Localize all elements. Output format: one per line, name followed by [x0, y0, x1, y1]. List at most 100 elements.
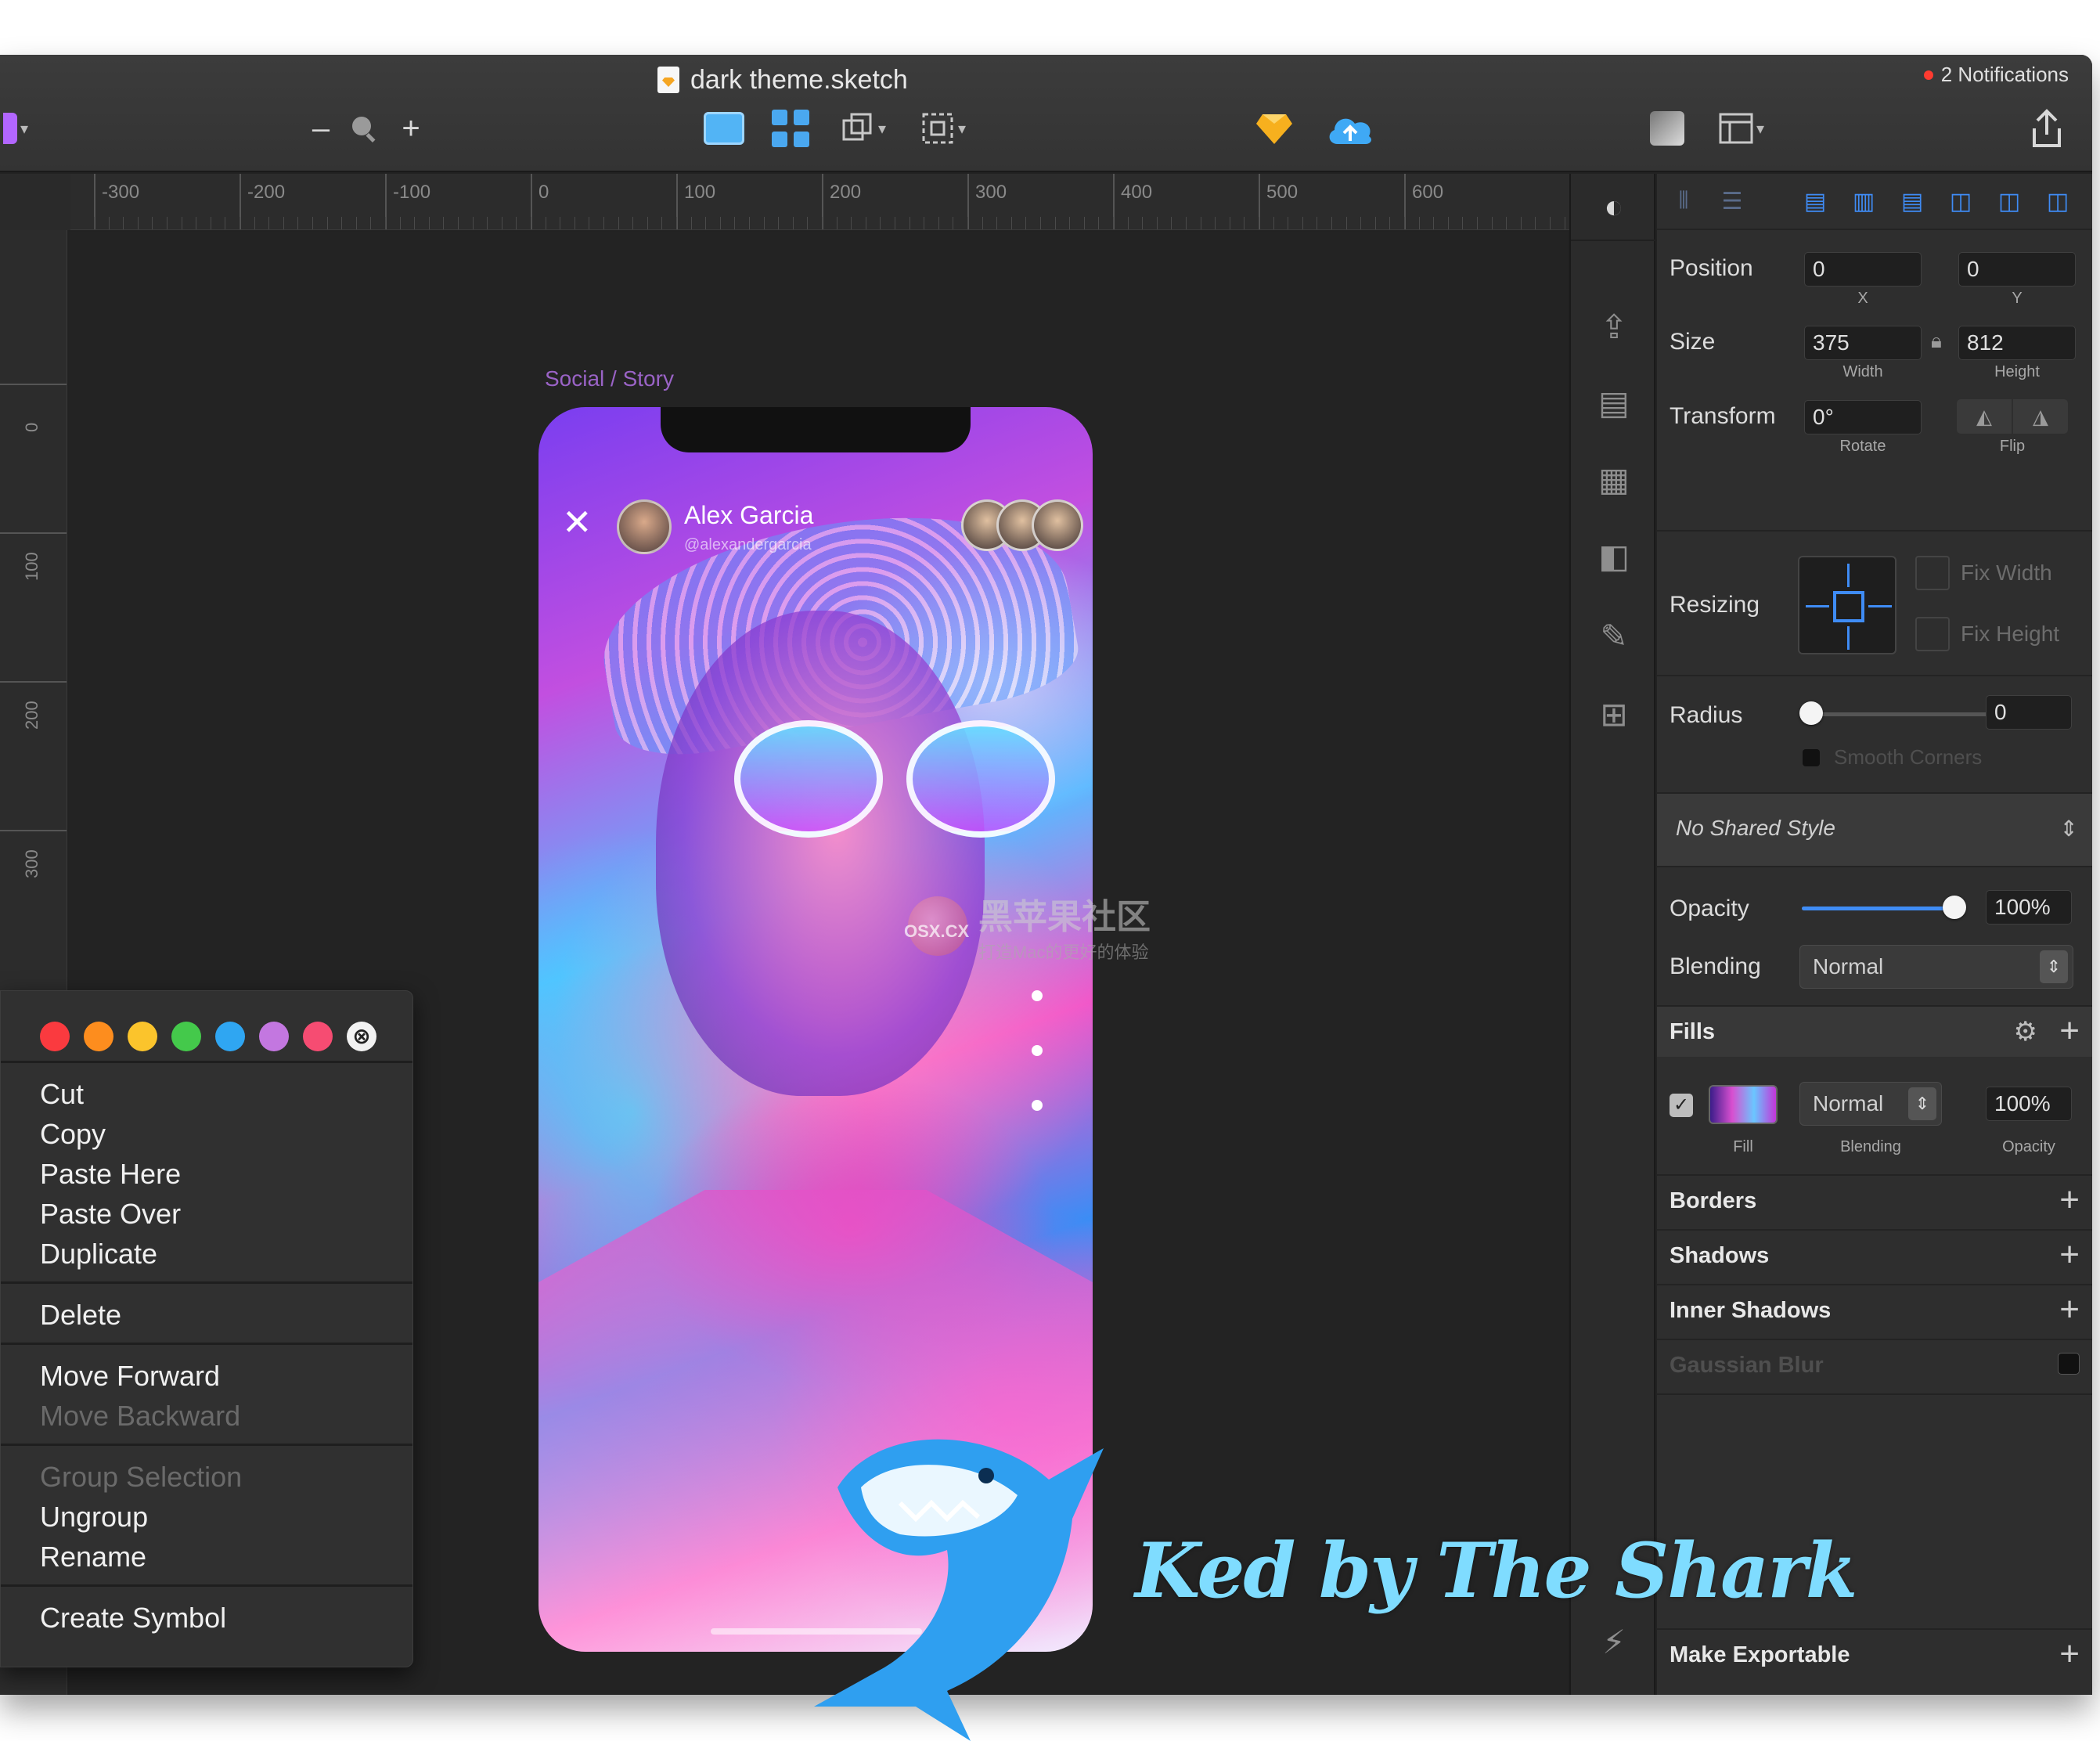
position-y-field[interactable]: 0: [1958, 252, 2076, 287]
add-export-button[interactable]: +: [2059, 1635, 2080, 1674]
print-tab-icon[interactable]: ▤: [1590, 379, 1637, 426]
gaussian-blur-select[interactable]: Gaussian Blur: [1670, 1353, 1824, 1379]
ruler-minor-tick: [94, 217, 95, 229]
fill-swatch[interactable]: [1709, 1085, 1778, 1124]
align-tab-icon[interactable]: ◧: [1590, 532, 1637, 579]
resizing-constraints-widget[interactable]: [1798, 556, 1896, 654]
align-middle-icon[interactable]: ◫: [1990, 185, 2028, 218]
fill-blending-select[interactable]: Normal ⇕: [1799, 1082, 1942, 1126]
menu-item-move-forward[interactable]: Move Forward: [1, 1356, 412, 1396]
layout-tab-icon[interactable]: ▦: [1590, 456, 1637, 503]
color-tag-2[interactable]: [84, 1021, 113, 1051]
avatar[interactable]: [617, 499, 672, 554]
notifications-badge[interactable]: 2 Notifications: [1923, 63, 2069, 87]
distribute-horizontal-icon[interactable]: ⦀: [1665, 185, 1702, 218]
flip-horizontal-icon[interactable]: ◭: [1957, 399, 2012, 434]
cloud-upload-icon: [1329, 118, 1371, 144]
insert-button[interactable]: ▾: [0, 103, 31, 153]
gaussian-blur-checkbox[interactable]: [2058, 1353, 2080, 1375]
add-fill-button[interactable]: +: [2059, 1011, 2080, 1051]
align-center-icon[interactable]: ▥: [1845, 185, 1882, 218]
chevron-updown-icon: ⇕: [1908, 1087, 1936, 1120]
lightning-icon[interactable]: ⚡: [1590, 1618, 1637, 1665]
menu-item-paste-here[interactable]: Paste Here: [1, 1154, 412, 1194]
symbol-icon: [704, 112, 744, 145]
ruler-minor-tick: [137, 217, 139, 229]
mirror-button[interactable]: [1644, 103, 1691, 153]
align-top-icon[interactable]: ◫: [1942, 185, 1979, 218]
color-tag-6[interactable]: [259, 1021, 289, 1051]
fix-height-toggle[interactable]: Fix Height: [1915, 617, 2059, 651]
opacity-field[interactable]: 100%: [1986, 890, 2072, 925]
boolean-ops-button[interactable]: ▾: [836, 103, 891, 153]
distribute-vertical-icon[interactable]: ☰: [1713, 185, 1751, 218]
clear-color-tag-icon[interactable]: ⊗: [347, 1021, 376, 1051]
zoom-out-button[interactable]: –: [305, 103, 337, 153]
color-tag-4[interactable]: [171, 1021, 201, 1051]
menu-item-create-symbol[interactable]: Create Symbol: [1, 1598, 412, 1638]
flip-vertical-icon[interactable]: ◮: [2013, 399, 2068, 434]
export-button[interactable]: [2027, 103, 2066, 153]
width-field[interactable]: 375: [1804, 326, 1922, 360]
opacity-slider-knob[interactable]: [1943, 896, 1966, 919]
smooth-corners-checkbox[interactable]: [1803, 749, 1820, 766]
align-right-icon[interactable]: ▤: [1893, 185, 1931, 218]
add-border-button[interactable]: +: [2059, 1180, 2080, 1220]
align-left-icon[interactable]: ▤: [1796, 185, 1834, 218]
zoom-in-button[interactable]: +: [395, 103, 427, 153]
height-field[interactable]: 812: [1958, 326, 2076, 360]
add-inner-shadow-button[interactable]: +: [2059, 1290, 2080, 1329]
menu-item-paste-over[interactable]: Paste Over: [1, 1194, 412, 1234]
ruler-minor-tick: [326, 217, 328, 229]
shared-style-select[interactable]: No Shared Style ⇕: [1657, 792, 2092, 867]
menu-item-cut[interactable]: Cut: [1, 1074, 412, 1114]
style-tab-icon[interactable]: ◐: [1590, 183, 1637, 230]
width-sublabel: Width: [1842, 363, 1883, 380]
radius-slider-knob[interactable]: [1799, 701, 1823, 725]
grid-view-button[interactable]: [767, 103, 814, 153]
ruler-minor-tick: [792, 217, 794, 229]
fill-enabled-checkbox[interactable]: ✓: [1670, 1094, 1693, 1117]
ruler-minor-tick: [734, 217, 736, 229]
color-tag-3[interactable]: [128, 1021, 157, 1051]
color-tag-1[interactable]: [40, 1021, 70, 1051]
horizontal-ruler[interactable]: -300 -200 -100 0 100 200 300 400 500 600: [70, 174, 1569, 230]
ruler-minor-tick: [1477, 217, 1478, 229]
radius-field[interactable]: 0: [1986, 695, 2072, 730]
add-shadow-button[interactable]: +: [2059, 1235, 2080, 1274]
create-symbol-button[interactable]: [701, 103, 747, 153]
export-tab-icon[interactable]: ⇪: [1590, 303, 1637, 350]
constraint-bottom-line: [1847, 626, 1850, 650]
menu-item-rename[interactable]: Rename: [1, 1537, 412, 1577]
fill-opacity-field[interactable]: 100%: [1986, 1087, 2072, 1121]
close-icon[interactable]: ✕: [562, 501, 593, 543]
ruler-minor-tick: [355, 217, 357, 229]
menu-item-copy[interactable]: Copy: [1, 1114, 412, 1154]
view-button[interactable]: ▾: [1714, 103, 1769, 153]
fix-width-toggle[interactable]: Fix Width: [1915, 556, 2052, 590]
menu-item-duplicate[interactable]: Duplicate: [1, 1234, 412, 1274]
edit-tab-icon[interactable]: ✎: [1590, 612, 1637, 659]
menu-item-ungroup[interactable]: Ungroup: [1, 1497, 412, 1537]
rotate-field[interactable]: 0°: [1804, 400, 1922, 434]
menu-item-delete[interactable]: Delete: [1, 1295, 412, 1335]
resize-tools-button[interactable]: ▾: [912, 103, 974, 153]
fill-sublabel: Fill: [1733, 1138, 1753, 1155]
sketch-cloud-button[interactable]: [1251, 103, 1298, 153]
gear-icon[interactable]: ⚙: [2014, 1016, 2037, 1047]
add-image-tab-icon[interactable]: ⊞: [1590, 690, 1637, 737]
lock-icon[interactable]: 🔒︎: [1931, 329, 1942, 354]
color-tag-5[interactable]: [215, 1021, 245, 1051]
align-bottom-icon[interactable]: ◫: [2039, 185, 2077, 218]
color-tag-7[interactable]: [303, 1021, 333, 1051]
borders-header: Borders +: [1657, 1174, 2092, 1226]
progress-dot: [1032, 990, 1043, 1001]
position-x-field[interactable]: 0: [1804, 252, 1922, 287]
ruler-minor-tick: [283, 217, 284, 229]
artboard-label[interactable]: Social / Story: [545, 366, 674, 391]
constraint-inner-box: [1833, 591, 1864, 622]
ruler-tick-label: 300: [22, 849, 41, 878]
blending-select[interactable]: Normal ⇕: [1799, 945, 2073, 989]
cloud-upload-button[interactable]: [1323, 103, 1378, 153]
flip-sublabel: Flip: [1999, 438, 2026, 455]
